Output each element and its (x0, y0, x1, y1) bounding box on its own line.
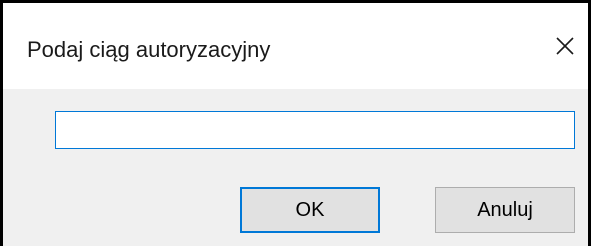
ok-button[interactable]: OK (240, 187, 380, 233)
dialog-title: Podaj ciąg autoryzacyjny (27, 37, 271, 62)
cancel-button[interactable]: Anuluj (435, 187, 575, 233)
close-button[interactable] (542, 23, 588, 69)
close-icon (556, 37, 574, 55)
dialog-titlebar[interactable]: Podaj ciąg autoryzacyjny (3, 3, 588, 89)
auth-string-input[interactable] (55, 111, 575, 149)
dialog-body: OK Anuluj (3, 89, 588, 246)
auth-string-dialog: Podaj ciąg autoryzacyjny OK Anuluj (0, 0, 591, 246)
